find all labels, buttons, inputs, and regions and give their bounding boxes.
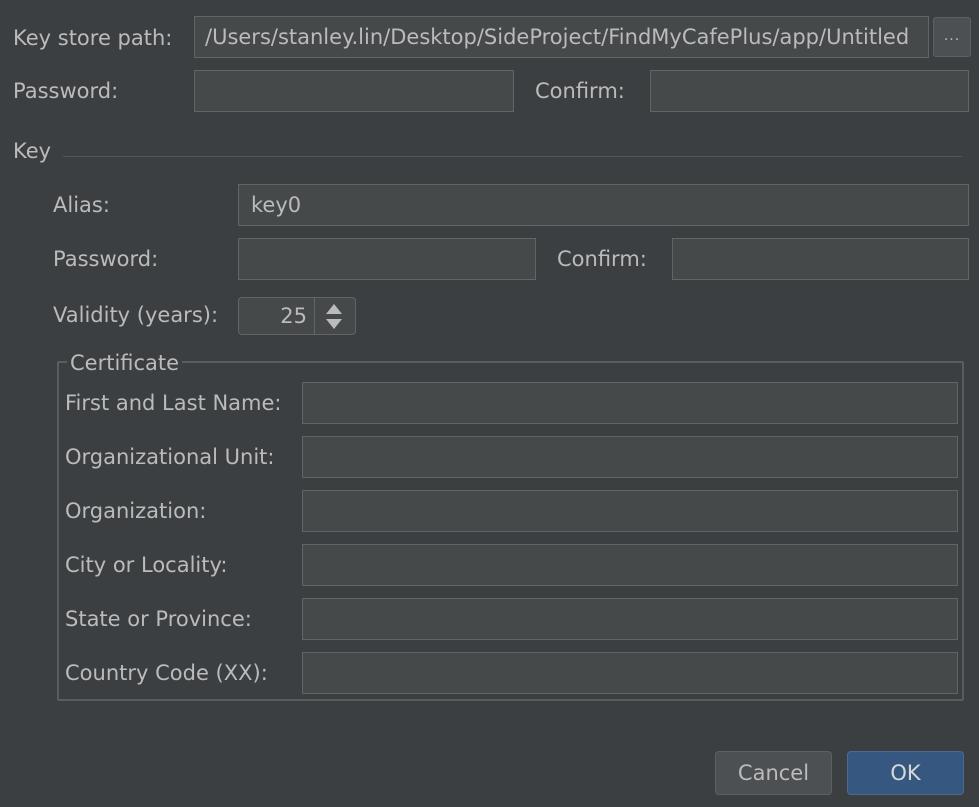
- cert-name-input[interactable]: [302, 382, 958, 424]
- keystore-password-label: Password:: [13, 79, 119, 103]
- key-password-input[interactable]: [238, 238, 536, 280]
- key-password-label: Password:: [53, 247, 159, 271]
- alias-input[interactable]: [238, 184, 969, 226]
- keystore-confirm-input[interactable]: [650, 70, 969, 112]
- validity-value: 25: [280, 304, 307, 328]
- validity-label: Validity (years):: [53, 303, 219, 327]
- decrement-arrow-icon[interactable]: [326, 319, 342, 329]
- cert-organization-input[interactable]: [302, 490, 958, 532]
- browse-button[interactable]: ...: [933, 17, 971, 57]
- cert-country-label: Country Code (XX):: [65, 661, 268, 685]
- cert-city-label: City or Locality:: [65, 553, 228, 577]
- cert-org-unit-label: Organizational Unit:: [65, 445, 275, 469]
- spinner-arrows[interactable]: [314, 298, 355, 334]
- cert-city-input[interactable]: [302, 544, 958, 586]
- cert-org-unit-input[interactable]: [302, 436, 958, 478]
- cert-state-input[interactable]: [302, 598, 958, 640]
- cert-name-label: First and Last Name:: [65, 391, 282, 415]
- keystore-path-label: Key store path:: [13, 26, 173, 50]
- key-confirm-input[interactable]: [672, 238, 969, 280]
- alias-label: Alias:: [53, 193, 110, 217]
- validity-spinner[interactable]: 25: [238, 297, 356, 335]
- cancel-button[interactable]: Cancel: [715, 751, 832, 795]
- cert-organization-label: Organization:: [65, 499, 207, 523]
- key-section-label: Key: [13, 139, 52, 163]
- keystore-path-value: /Users/stanley.lin/Desktop/SideProject/F…: [205, 25, 910, 49]
- keystore-confirm-label: Confirm:: [535, 79, 625, 103]
- key-section-separator: [63, 156, 962, 157]
- increment-arrow-icon[interactable]: [326, 304, 342, 314]
- cert-country-input[interactable]: [302, 652, 958, 694]
- key-confirm-label: Confirm:: [557, 247, 647, 271]
- cert-state-label: State or Province:: [65, 607, 252, 631]
- keystore-path-input[interactable]: /Users/stanley.lin/Desktop/SideProject/F…: [194, 16, 929, 58]
- ok-button[interactable]: OK: [847, 751, 964, 795]
- keystore-password-input[interactable]: [194, 70, 514, 112]
- certificate-legend: Certificate: [67, 350, 183, 376]
